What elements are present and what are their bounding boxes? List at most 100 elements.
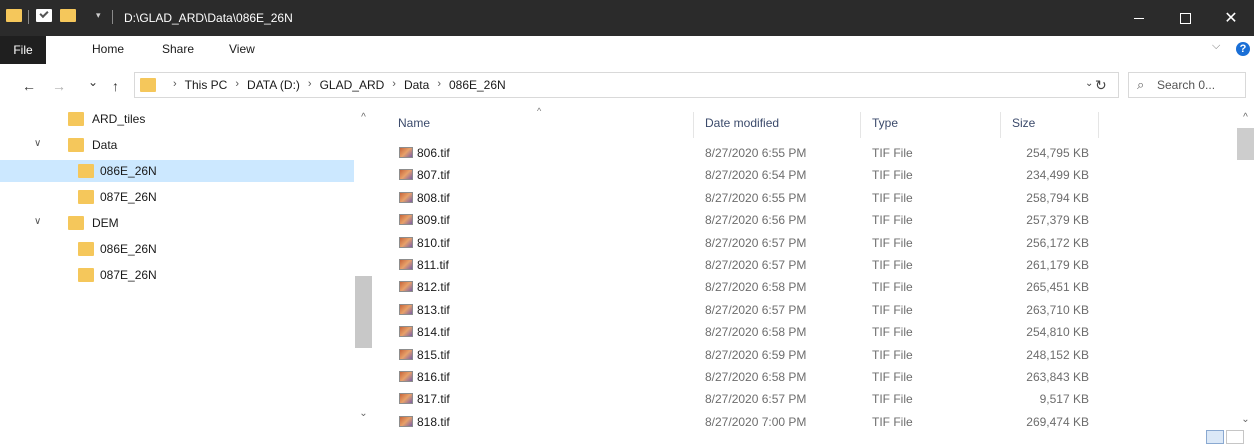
file-row[interactable]: 817.tif 8/27/2020 6:57 PM TIF File 9,517 KB	[385, 388, 1185, 410]
recent-locations-chevron-icon[interactable]: ⌄	[88, 75, 98, 89]
tree-item-data[interactable]: ∨ Data	[0, 134, 354, 156]
tif-file-icon	[399, 415, 413, 427]
breadcrumb-separator[interactable]: ›	[304, 78, 316, 92]
column-header-type[interactable]: Type	[872, 116, 898, 130]
column-headers: ^ Name Date modified Type Size	[385, 106, 1185, 138]
file-row[interactable]: 811.tif 8/27/2020 6:57 PM TIF File 261,179 …	[385, 254, 1185, 276]
back-arrow-icon[interactable]: ←	[22, 78, 36, 94]
breadcrumb-separator[interactable]: ›	[231, 78, 243, 92]
scrollbar-thumb[interactable]	[355, 276, 372, 348]
breadcrumb-separator[interactable]: ›	[433, 78, 445, 92]
column-header-name[interactable]: Name	[398, 116, 430, 130]
file-row[interactable]: 810.tif 8/27/2020 6:57 PM TIF File 256,172 …	[385, 232, 1185, 254]
separator	[112, 10, 113, 24]
tab-home[interactable]: Home	[92, 42, 124, 56]
file-size: 265,451 KB	[1026, 280, 1089, 295]
column-header-date-modified[interactable]: Date modified	[705, 116, 779, 130]
maximize-button[interactable]	[1162, 0, 1208, 36]
refresh-icon[interactable]: ↻	[1095, 77, 1107, 94]
navigation-pane-scrollbar[interactable]: ^ ⌄	[355, 108, 372, 448]
column-divider[interactable]	[860, 112, 861, 138]
app-folder-icon	[6, 9, 22, 22]
tree-item-dem-087e-26n[interactable]: 087E_26N	[0, 264, 354, 286]
large-icons-view-icon[interactable]	[1226, 430, 1244, 444]
tree-item-dem-086e-26n[interactable]: 086E_26N	[0, 238, 354, 260]
expand-ribbon-chevron-icon[interactable]: ⌵	[1212, 40, 1220, 53]
customize-toolbar-dropdown[interactable]: ▾	[96, 10, 101, 21]
search-icon: ⌕	[1137, 77, 1145, 92]
tab-view[interactable]: View	[229, 42, 255, 56]
column-divider[interactable]	[693, 112, 694, 138]
file-row[interactable]: 814.tif 8/27/2020 6:58 PM TIF File 254,810 …	[385, 321, 1185, 343]
tree-item-data-086e-26n[interactable]: 086E_26N	[0, 160, 354, 182]
scroll-up-icon[interactable]: ^	[1237, 112, 1254, 123]
folder-icon	[78, 268, 94, 282]
scrollbar-thumb[interactable]	[1237, 128, 1254, 160]
file-row[interactable]: 818.tif 8/27/2020 7:00 PM TIF File 269,474 …	[385, 411, 1185, 433]
tif-file-icon	[399, 326, 413, 338]
file-row[interactable]: 806.tif 8/27/2020 6:55 PM TIF File 254,795 …	[385, 142, 1185, 164]
file-size: 263,710 KB	[1026, 302, 1089, 317]
breadcrumb-this-pc[interactable]: This PC	[181, 78, 232, 92]
file-name: 806.tif	[417, 146, 450, 160]
breadcrumb-separator: ›	[173, 78, 177, 90]
file-name: 812.tif	[417, 280, 450, 295]
file-type: TIF File	[872, 146, 913, 160]
close-button[interactable]: ✕	[1208, 0, 1254, 36]
tif-file-icon	[399, 236, 413, 248]
tif-file-icon	[399, 371, 413, 382]
tree-item-ard-tiles[interactable]: ARD_tiles	[0, 108, 354, 130]
scroll-down-icon[interactable]: ⌄	[1237, 414, 1254, 425]
tif-file-icon	[399, 191, 413, 203]
scroll-down-icon[interactable]: ⌄	[355, 408, 372, 419]
new-folder-icon[interactable]	[60, 9, 76, 22]
file-type: TIF File	[872, 414, 913, 429]
address-dropdown-icon[interactable]: ⌄	[1085, 78, 1093, 89]
column-divider[interactable]	[1098, 112, 1099, 138]
file-row[interactable]: 807.tif 8/27/2020 6:54 PM TIF File 234,499 …	[385, 164, 1185, 186]
file-date-modified: 8/27/2020 6:57 PM	[705, 302, 807, 317]
column-divider[interactable]	[1000, 112, 1001, 138]
file-type: TIF File	[872, 235, 913, 250]
file-size: 263,843 KB	[1026, 370, 1089, 384]
tab-file[interactable]: File	[0, 36, 46, 64]
file-row[interactable]: 813.tif 8/27/2020 6:57 PM TIF File 263,710 …	[385, 299, 1185, 321]
details-view-icon[interactable]	[1206, 430, 1224, 444]
file-date-modified: 8/27/2020 6:57 PM	[705, 258, 807, 272]
breadcrumb-data-drive[interactable]: DATA (D:)	[243, 78, 304, 92]
tif-file-icon	[399, 303, 413, 315]
file-size: 257,379 KB	[1026, 213, 1089, 228]
breadcrumb-glad-ard[interactable]: GLAD_ARD	[316, 78, 389, 92]
search-placeholder[interactable]: Search 0...	[1157, 78, 1215, 92]
search-box[interactable]: ⌕ Search 0...	[1128, 72, 1246, 98]
minimize-button[interactable]	[1116, 0, 1162, 36]
file-name: 818.tif	[417, 414, 450, 429]
file-type: TIF File	[872, 347, 913, 362]
tree-item-dem[interactable]: ∨ DEM	[0, 212, 354, 234]
address-bar[interactable]: › This PC › DATA (D:) › GLAD_ARD › Data …	[134, 72, 1119, 98]
breadcrumb-data[interactable]: Data	[400, 78, 433, 92]
file-row[interactable]: 815.tif 8/27/2020 6:59 PM TIF File 248,152 …	[385, 344, 1185, 366]
help-icon[interactable]: ?	[1236, 42, 1250, 56]
tif-file-icon	[399, 169, 413, 181]
chevron-down-icon[interactable]: ∨	[34, 138, 41, 149]
file-row[interactable]: 816.tif 8/27/2020 6:58 PM TIF File 263,843 …	[385, 366, 1185, 388]
tab-share[interactable]: Share	[162, 42, 194, 56]
window-title: D:\GLAD_ARD\Data\086E_26N	[124, 11, 293, 25]
file-list-scrollbar[interactable]: ^ ⌄	[1237, 108, 1254, 430]
forward-arrow-icon[interactable]: →	[52, 78, 66, 94]
up-arrow-icon[interactable]: ↑	[112, 78, 119, 94]
scroll-up-icon[interactable]: ^	[355, 112, 372, 123]
tree-item-data-087e-26n[interactable]: 087E_26N	[0, 186, 354, 208]
file-size: 256,172 KB	[1026, 235, 1089, 250]
breadcrumb-separator[interactable]: ›	[388, 78, 400, 92]
file-row[interactable]: 812.tif 8/27/2020 6:58 PM TIF File 265,451 …	[385, 276, 1185, 298]
breadcrumb-current-folder[interactable]: 086E_26N	[445, 78, 510, 92]
file-name: 807.tif	[417, 168, 450, 183]
properties-check-icon[interactable]	[36, 9, 52, 22]
file-type: TIF File	[872, 302, 913, 317]
file-row[interactable]: 809.tif 8/27/2020 6:56 PM TIF File 257,379 …	[385, 209, 1185, 231]
chevron-down-icon[interactable]: ∨	[34, 216, 41, 227]
column-header-size[interactable]: Size	[1012, 116, 1035, 130]
file-row[interactable]: 808.tif 8/27/2020 6:55 PM TIF File 258,794 …	[385, 187, 1185, 209]
